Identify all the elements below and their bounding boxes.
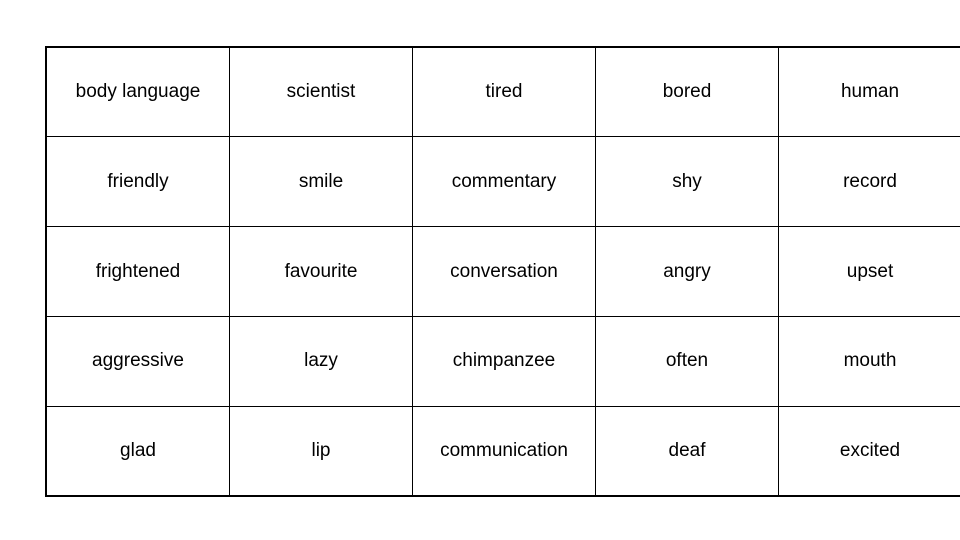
word-cell-r3c1[interactable]: frightened (45, 226, 230, 317)
word-cell-r2c4[interactable]: shy (595, 136, 779, 228)
word-cell-r2c1[interactable]: friendly (45, 136, 230, 228)
word-cell-r2c2[interactable]: smile (229, 136, 413, 228)
table-row: body language scientist tired bored huma… (45, 46, 960, 138)
word-cell-r1c1[interactable]: body language (45, 46, 230, 138)
word-cell-r2c5[interactable]: record (778, 136, 960, 228)
word-cell-r4c3[interactable]: chimpanzee (412, 315, 596, 407)
word-cell-r3c3[interactable]: conversation (412, 226, 596, 317)
page-root: body language scientist tired bored huma… (0, 0, 960, 540)
word-cell-r4c4[interactable]: often (595, 315, 779, 407)
word-cell-r5c1[interactable]: glad (45, 405, 230, 497)
table-row: frightened favourite conversation angry … (45, 226, 960, 317)
word-cell-r1c3[interactable]: tired (412, 46, 596, 138)
table-row: friendly smile commentary shy record (45, 136, 960, 228)
word-cell-r4c1[interactable]: aggressive (45, 315, 230, 407)
word-cell-r3c4[interactable]: angry (595, 226, 779, 317)
word-cell-r1c5[interactable]: human (778, 46, 960, 138)
word-cell-r1c4[interactable]: bored (595, 46, 779, 138)
word-cell-r5c5[interactable]: excited (778, 405, 960, 497)
word-cell-r4c2[interactable]: lazy (229, 315, 413, 407)
word-cell-r5c2[interactable]: lip (229, 405, 413, 497)
word-cell-r5c3[interactable]: communication (412, 405, 596, 497)
table-row: aggressive lazy chimpanzee often mouth (45, 315, 960, 407)
word-grid-body: body language scientist tired bored huma… (45, 46, 960, 497)
word-cell-r3c5[interactable]: upset (778, 226, 960, 317)
word-cell-r1c2[interactable]: scientist (229, 46, 413, 138)
table-row: glad lip communication deaf excited (45, 405, 960, 497)
word-cell-r2c3[interactable]: commentary (412, 136, 596, 228)
vocabulary-word-grid: body language scientist tired bored huma… (45, 46, 960, 497)
word-cell-r4c5[interactable]: mouth (778, 315, 960, 407)
word-cell-r5c4[interactable]: deaf (595, 405, 779, 497)
word-cell-r3c2[interactable]: favourite (229, 226, 413, 317)
